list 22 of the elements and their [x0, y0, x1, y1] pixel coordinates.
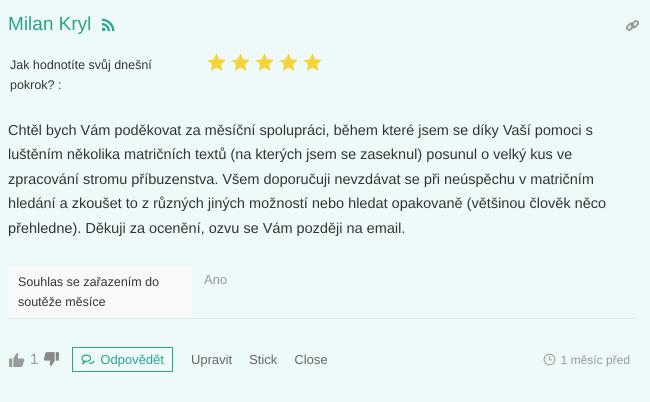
star-icon — [206, 52, 227, 73]
thumbs-down-icon[interactable] — [43, 351, 60, 368]
field-label: Souhlas se zařazením do soutěže měsíce — [8, 267, 192, 318]
thumbs-up-icon[interactable] — [8, 351, 25, 368]
action-link[interactable]: Stick — [249, 352, 278, 368]
field-value: Ano — [203, 271, 228, 290]
rss-icon[interactable] — [101, 18, 116, 32]
like-count: 1 — [30, 351, 38, 368]
star-icon — [302, 52, 323, 73]
chat-icon — [81, 352, 96, 367]
star-icon — [254, 52, 275, 73]
action-link[interactable]: Upravit — [190, 352, 232, 368]
clock-icon — [542, 353, 556, 366]
link-icon[interactable] — [625, 18, 640, 32]
action-link[interactable]: Close — [294, 352, 328, 368]
star-icon — [278, 52, 299, 73]
rating-label: Jak hodnotíte svůj dnešní pokrok? : — [9, 57, 153, 94]
reply-button[interactable]: Odpovědět — [72, 347, 173, 372]
review-text: Chtěl bych Vám poděkovat za měsíční spolupráci, během které jsem se díky Vaší pomoci s luštěním několika matričních textů (na kterých jsem se zaseknul) posunul o velký kus ve zpracování stromu příbuzenstva. Všem doporučuji nevzdávat se při neúspěchu v matričním hledání a zkoušet to z různých jiných možností nebo hledat opakovaně (většinou člověk něco přehledne). Děkuji za ocenění, ozvu se Vám později na email. — [8, 122, 608, 239]
time-text: 1 měsíc před — [560, 352, 630, 367]
star-icon — [230, 52, 251, 73]
author-name[interactable]: Milan Kryl — [8, 14, 92, 36]
